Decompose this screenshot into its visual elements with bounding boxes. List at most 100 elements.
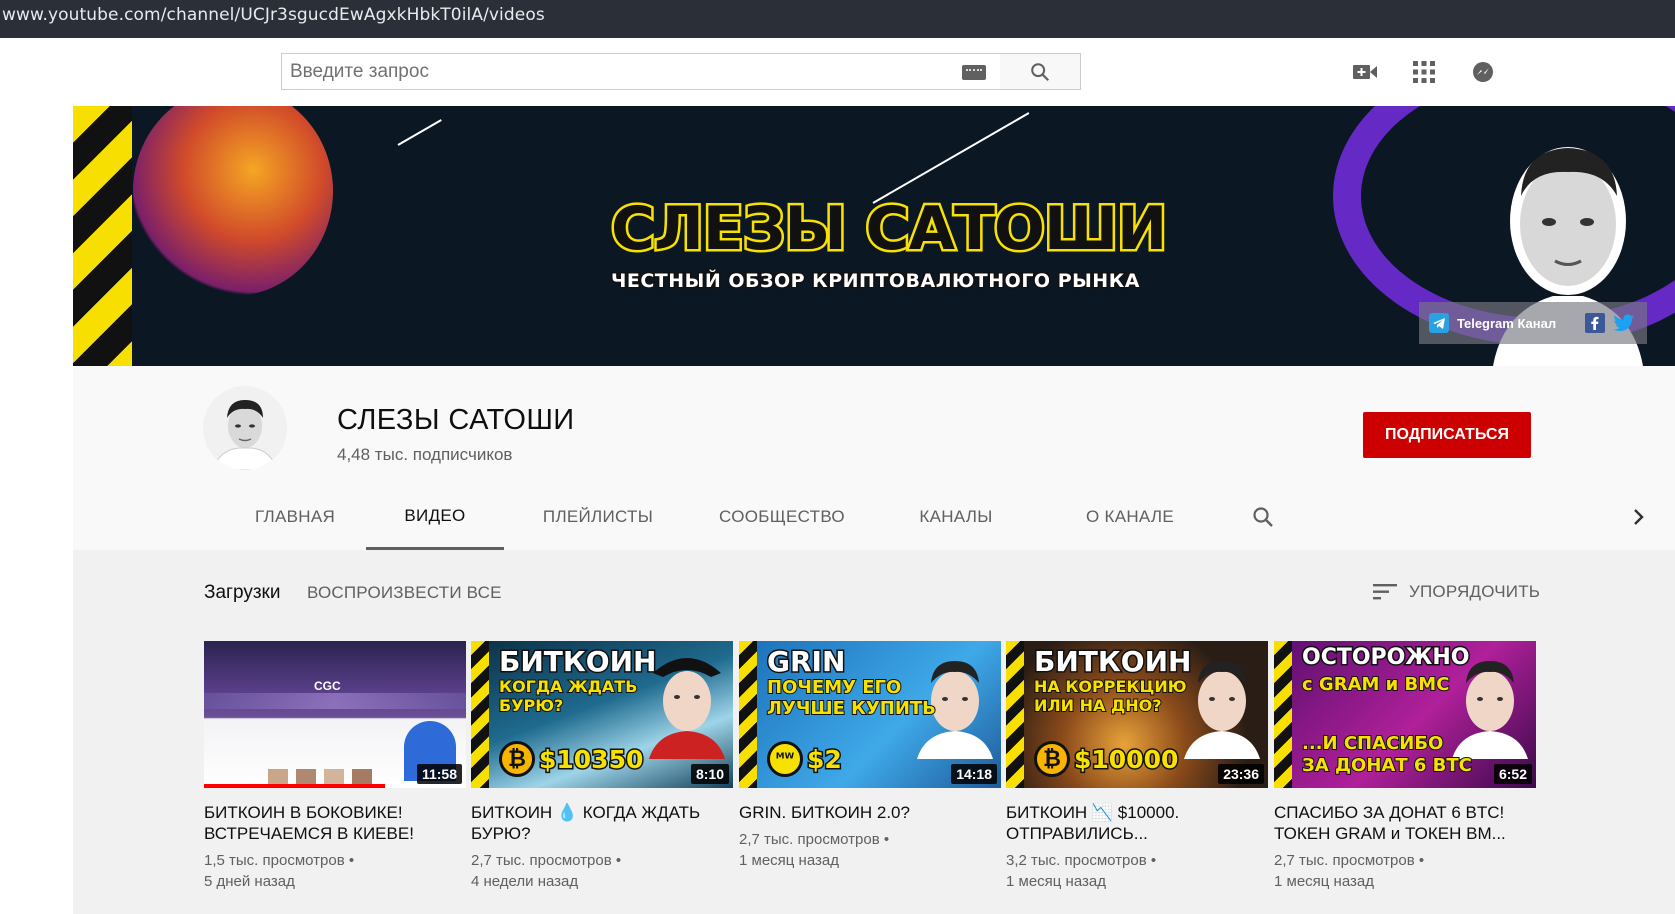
tab-about[interactable]: О КАНАЛЕ	[1055, 484, 1205, 550]
thumb-hazard-stripes	[471, 641, 489, 788]
twitter-icon[interactable]	[1613, 313, 1635, 333]
grin-coin-icon: ᴹᵂ	[767, 741, 803, 777]
videos-section: Загрузки ВОСПРОИЗВЕСТИ ВСЕ УПОРЯДОЧИТЬ C…	[73, 550, 1675, 914]
banner-slash-line	[397, 119, 442, 146]
tab-community[interactable]: СООБЩЕСТВО	[707, 484, 857, 550]
video-thumbnail[interactable]: GRIN ПОЧЕМУ ЕГО ЛУЧШЕ КУПИТЬ ᴹᵂ $2 14:18	[739, 641, 1001, 788]
video-duration: 11:58	[416, 764, 462, 784]
video-duration: 14:18	[951, 764, 997, 784]
bitcoin-icon: ₿	[1034, 741, 1070, 777]
thumb-headline: БИТКОИН	[1032, 644, 1192, 680]
tab-videos[interactable]: ВИДЕО	[366, 484, 504, 550]
search-input[interactable]: Введите запрос	[281, 53, 1001, 90]
video-card[interactable]: GRIN ПОЧЕМУ ЕГО ЛУЧШЕ КУПИТЬ ᴹᵂ $2 14:18 …	[739, 641, 1001, 871]
sort-icon	[1373, 584, 1397, 600]
video-meta: 3,2 тыс. просмотров • 1 месяц назад	[1006, 852, 1157, 890]
thumb-headline: ОСТОРОЖНО	[1300, 644, 1470, 672]
channel-name: СЛЕЗЫ САТОШИ	[337, 404, 575, 436]
subscriber-count: 4,48 тыс. подписчиков	[337, 445, 513, 464]
thumb-subheadline: КОГДА ЖДАТЬ БУРЮ?	[498, 676, 638, 716]
video-thumbnail[interactable]: БИТКОИН НА КОРРЕКЦИЮ ИЛИ НА ДНО? ₿ $10000…	[1006, 641, 1268, 788]
video-card[interactable]: БИТКОИН КОГДА ЖДАТЬ БУРЮ? ₿ $10350 8:10 Б…	[471, 641, 733, 892]
video-card[interactable]: ОСТОРОЖНО с GRAM и BMC ...И СПАСИБО ЗА Д…	[1274, 641, 1536, 892]
bitcoin-icon: ₿	[499, 741, 535, 777]
thumb-subheadline: ПОЧЕМУ ЕГО ЛУЧШЕ КУПИТЬ	[766, 676, 937, 720]
thumb-price: ₿ $10000	[1034, 741, 1180, 777]
create-video-icon[interactable]	[1352, 60, 1378, 84]
channel-search-button[interactable]	[1243, 484, 1283, 550]
banner-title: СЛЕЗЫ САТОШИ	[608, 192, 1169, 267]
video-meta: 2,7 тыс. просмотров • 1 месяц назад	[1274, 852, 1425, 890]
banner-orb-graphic	[133, 106, 333, 296]
thumb-subheadline: НА КОРРЕКЦИЮ ИЛИ НА ДНО?	[1033, 676, 1188, 716]
banner-slash-line	[872, 112, 1030, 204]
video-meta: 1,5 тыс. просмотров • 5 дней назад	[204, 852, 355, 890]
tab-channels[interactable]: КАНАЛЫ	[901, 484, 1011, 550]
video-views: 2,7 тыс. просмотров	[1274, 852, 1415, 869]
thumb-subheadline: с GRAM и BMC	[1301, 674, 1450, 695]
browser-url-bar[interactable]: www.youtube.com/channel/UCJr3sgucdEwAgxk…	[0, 0, 1675, 38]
search-button[interactable]	[1000, 53, 1081, 90]
video-age: 4 недели назад	[471, 873, 579, 890]
search-placeholder: Введите запрос	[290, 60, 429, 82]
thumb-price: ᴹᵂ $2	[767, 741, 844, 777]
video-title[interactable]: БИТКОИН 📉 $10000. ОТПРАВИЛИСЬ...	[1006, 802, 1268, 844]
video-title[interactable]: GRIN. БИТКОИН 2.0?	[739, 802, 1001, 823]
video-card[interactable]: CGC 11:58 БИТКОИН В БОКОВИКЕ! ВСТРЕЧАЕМС…	[204, 641, 466, 892]
sort-label: УПОРЯДОЧИТЬ	[1409, 582, 1541, 601]
avatar[interactable]	[203, 386, 287, 470]
video-age: 1 месяц назад	[1006, 873, 1106, 890]
video-meta: 2,7 тыс. просмотров • 4 недели назад	[471, 852, 622, 890]
video-views: 2,7 тыс. просмотров	[471, 852, 612, 869]
tabs-scroll-right-button[interactable]	[1623, 484, 1653, 550]
thumb-face	[649, 658, 725, 759]
video-title[interactable]: БИТКОИН В БОКОВИКЕ! ВСТРЕЧАЕМСЯ В КИЕВЕ!	[204, 802, 466, 844]
video-age: 1 месяц назад	[1274, 873, 1374, 890]
apps-grid-icon[interactable]	[1411, 60, 1437, 84]
video-title[interactable]: БИТКОИН 💧 КОГДА ЖДАТЬ БУРЮ?	[471, 802, 733, 844]
thumb-caption: ...И СПАСИБО ЗА ДОНАТ 6 BTC	[1301, 732, 1473, 777]
video-meta: 2,7 тыс. просмотров • 1 месяц назад	[739, 831, 890, 869]
video-card[interactable]: БИТКОИН НА КОРРЕКЦИЮ ИЛИ НА ДНО? ₿ $10000…	[1006, 641, 1268, 892]
channel-banner: СЛЕЗЫ САТОШИ ЧЕСТНЫЙ ОБЗОР КРИПТОВАЛЮТНО…	[73, 106, 1675, 366]
thumb-hazard-stripes	[1274, 641, 1292, 788]
url-text: www.youtube.com/channel/UCJr3sgucdEwAgxk…	[2, 5, 545, 25]
banner-subtitle: ЧЕСТНЫЙ ОБЗОР КРИПТОВАЛЮТНОГО РЫНКА	[610, 269, 1141, 294]
video-views: 2,7 тыс. просмотров	[739, 831, 880, 848]
video-views: 1,5 тыс. просмотров	[204, 852, 345, 869]
video-age: 5 дней назад	[204, 873, 295, 890]
messages-icon[interactable]	[1470, 60, 1496, 84]
subscribe-button[interactable]: ПОДПИСАТЬСЯ	[1363, 412, 1531, 458]
video-thumbnail[interactable]: БИТКОИН КОГДА ЖДАТЬ БУРЮ? ₿ $10350 8:10	[471, 641, 733, 788]
telegram-channel-label[interactable]: Telegram Канал	[1457, 316, 1556, 331]
video-duration: 8:10	[690, 764, 729, 784]
watch-progress-bar	[204, 784, 385, 788]
tab-home[interactable]: ГЛАВНАЯ	[230, 484, 360, 550]
channel-header: СЛЕЗЫ САТОШИ 4,48 тыс. подписчиков ПОДПИ…	[73, 366, 1675, 550]
sort-button[interactable]: УПОРЯДОЧИТЬ	[1373, 582, 1540, 602]
video-thumbnail[interactable]: ОСТОРОЖНО с GRAM и BMC ...И СПАСИБО ЗА Д…	[1274, 641, 1536, 788]
banner-hazard-stripes	[73, 106, 132, 366]
video-thumbnail[interactable]: CGC 11:58	[204, 641, 466, 788]
tab-playlists[interactable]: ПЛЕЙЛИСТЫ	[523, 484, 673, 550]
thumb-speaker-row	[268, 769, 388, 785]
keyboard-icon[interactable]	[962, 65, 986, 80]
thumb-price-value: $10350	[537, 743, 644, 775]
facebook-icon[interactable]	[1585, 313, 1605, 333]
thumb-price-value: $2	[806, 743, 844, 775]
video-duration: 23:36	[1218, 764, 1264, 784]
video-title[interactable]: СПАСИБО ЗА ДОНАТ 6 BTC! ТОКЕН GRAM и ТОК…	[1274, 802, 1536, 844]
video-age: 1 месяц назад	[739, 852, 839, 869]
search-icon	[1253, 507, 1273, 527]
video-duration: 6:52	[1493, 764, 1532, 784]
chevron-right-icon	[1634, 509, 1644, 525]
play-all-link[interactable]: ВОСПРОИЗВЕСТИ ВСЕ	[307, 583, 502, 603]
thumb-headline: GRIN	[765, 644, 846, 680]
thumb-price-value: $10000	[1072, 743, 1179, 775]
thumb-hazard-stripes	[1006, 641, 1024, 788]
thumb-headline: БИТКОИН	[497, 644, 657, 680]
thumb-logo-text: CGC	[314, 679, 341, 693]
masthead: Введите запрос	[0, 38, 1675, 106]
telegram-icon[interactable]	[1429, 313, 1449, 333]
video-views: 3,2 тыс. просмотров	[1006, 852, 1147, 869]
